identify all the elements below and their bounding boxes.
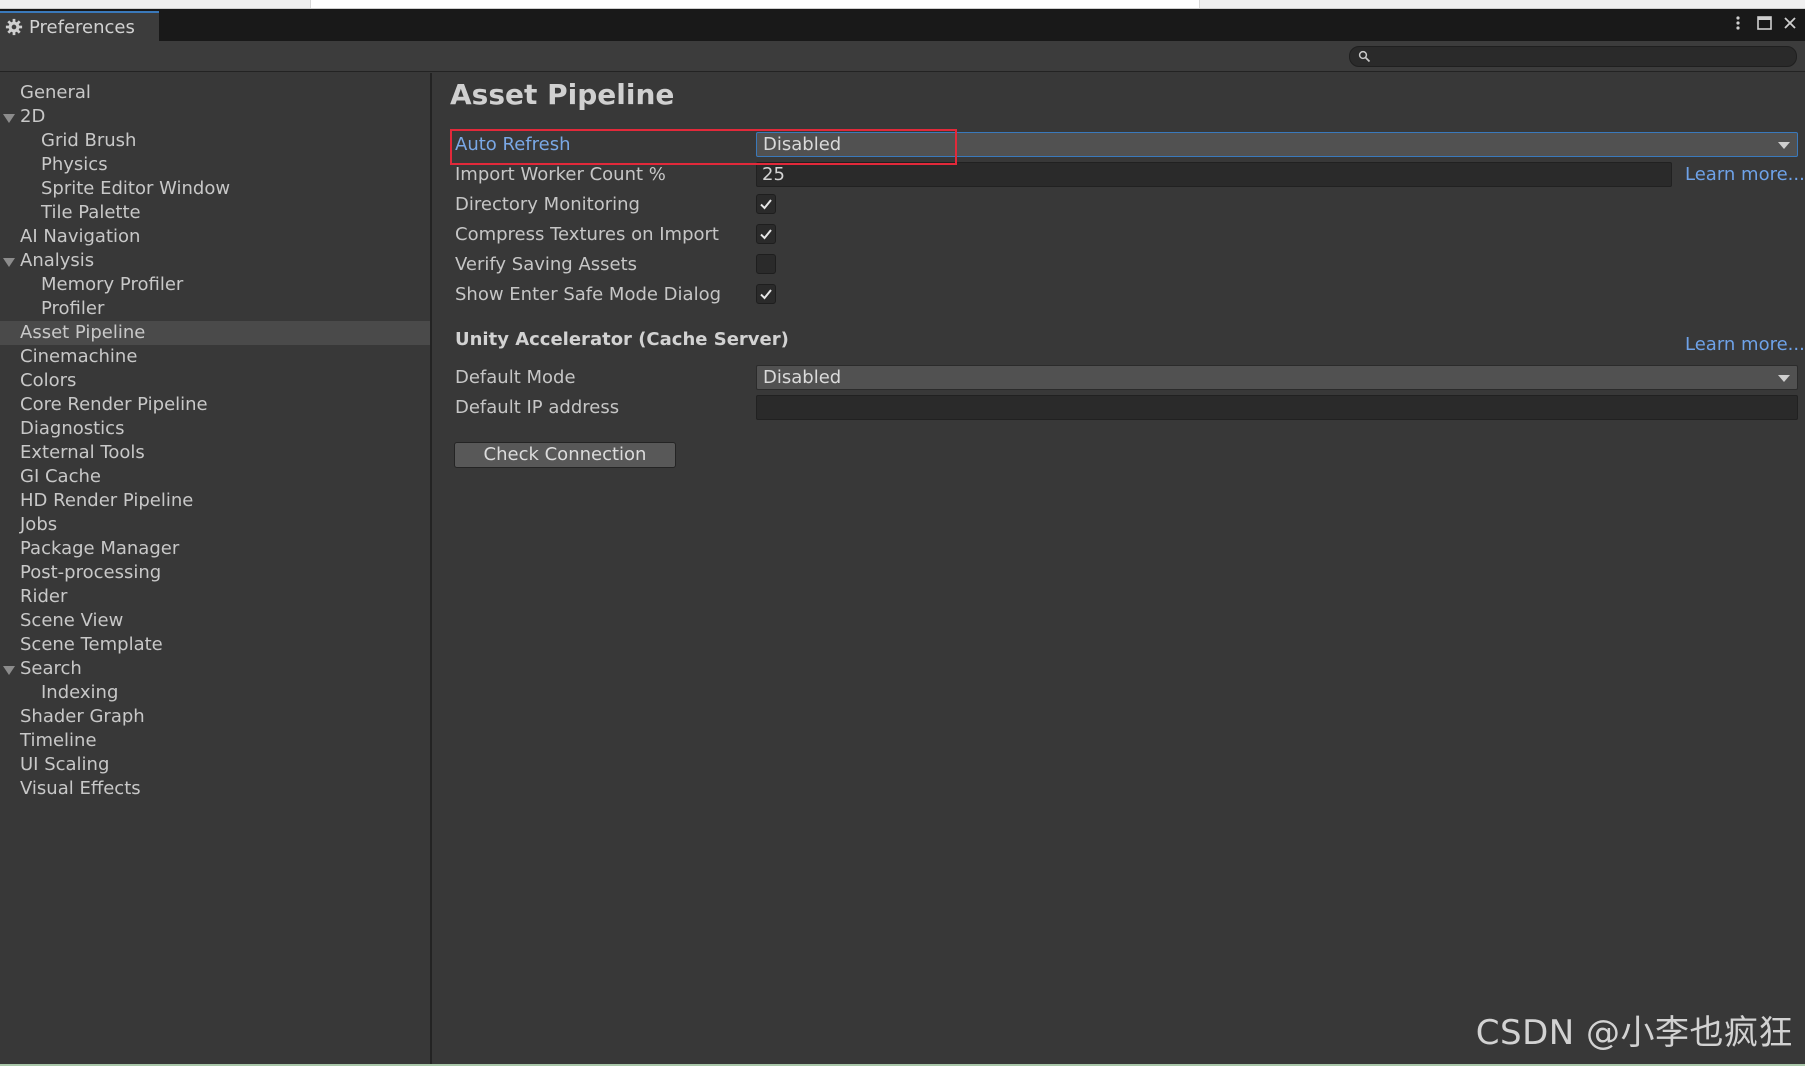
sidebar-item-indexing[interactable]: Indexing [0,681,430,705]
foldout-arrow-icon[interactable] [3,666,15,675]
sidebar-item-general[interactable]: General [0,81,430,105]
sidebar-item-memory-profiler[interactable]: Memory Profiler [0,273,430,297]
default-ip-row: Default IP address [454,394,1800,422]
sidebar-item-colors[interactable]: Colors [0,369,430,393]
chevron-down-icon [1778,142,1790,149]
background-window-segment [310,0,1200,8]
search-icon [1358,50,1371,63]
default-mode-dropdown[interactable]: Disabled [756,365,1798,390]
import-worker-label: Import Worker Count % [455,164,666,185]
sidebar-item-external-tools[interactable]: External Tools [0,441,430,465]
window-controls [1729,14,1799,32]
sidebar-item-gi-cache[interactable]: GI Cache [0,465,430,489]
sidebar-item-core-render-pipeline[interactable]: Core Render Pipeline [0,393,430,417]
import-worker-value: 25 [762,164,785,185]
sidebar-item-shader-graph[interactable]: Shader Graph [0,705,430,729]
checkmark-icon [760,229,772,240]
sidebar-item-post-processing[interactable]: Post-processing [0,561,430,585]
directory-monitoring-label: Directory Monitoring [455,194,640,215]
auto-refresh-value: Disabled [763,134,842,155]
sidebar-item-visual-effects[interactable]: Visual Effects [0,777,430,801]
safe-mode-dialog-row: Show Enter Safe Mode Dialog [454,281,1800,309]
verify-saving-row: Verify Saving Assets [454,251,1800,279]
default-mode-label: Default Mode [455,367,576,388]
foldout-arrow-icon[interactable] [3,114,15,123]
preferences-window: Preferences General 2D Grid Brush Physic… [0,9,1805,1066]
watermark-text: CSDN @小李也疯狂 [1475,1013,1793,1053]
verify-saving-label: Verify Saving Assets [455,254,638,275]
auto-refresh-row: Auto Refresh Disabled [454,131,1800,159]
import-worker-field[interactable]: 25 [756,162,1672,187]
sidebar-item-asset-pipeline[interactable]: Asset Pipeline [0,321,430,345]
sidebar-item-jobs[interactable]: Jobs [0,513,430,537]
tab-preferences[interactable]: Preferences [0,11,159,41]
compress-textures-label: Compress Textures on Import [455,224,719,245]
checkmark-icon [760,289,772,300]
sidebar-item-ai-navigation[interactable]: AI Navigation [0,225,430,249]
import-worker-row: Import Worker Count % 25 Learn more... [454,161,1805,189]
safe-mode-dialog-checkbox[interactable] [756,284,776,304]
compress-textures-checkbox[interactable] [756,224,776,244]
sidebar-item-hd-render-pipeline[interactable]: HD Render Pipeline [0,489,430,513]
foldout-arrow-icon[interactable] [3,258,15,267]
tab-title: Preferences [29,16,135,38]
verify-saving-checkbox[interactable] [756,254,776,274]
import-worker-learn-more-link[interactable]: Learn more... [1685,164,1805,185]
sidebar-item-cinemachine[interactable]: Cinemachine [0,345,430,369]
sidebar-item-tile-palette[interactable]: Tile Palette [0,201,430,225]
maximize-icon[interactable] [1755,14,1773,32]
sidebar-item-grid-brush[interactable]: Grid Brush [0,129,430,153]
background-window-strip [0,0,1805,9]
auto-refresh-dropdown[interactable]: Disabled [756,132,1798,157]
sidebar-item-timeline[interactable]: Timeline [0,729,430,753]
default-ip-label: Default IP address [455,397,620,418]
page-title: Asset Pipeline [450,78,675,111]
check-connection-button[interactable]: Check Connection [454,442,676,468]
compress-textures-row: Compress Textures on Import [454,221,1800,249]
safe-mode-dialog-label: Show Enter Safe Mode Dialog [455,284,722,305]
sidebar-item-2d[interactable]: 2D [0,105,430,129]
sidebar-item-scene-view[interactable]: Scene View [0,609,430,633]
search-input[interactable] [1349,46,1797,67]
directory-monitoring-checkbox[interactable] [756,194,776,214]
directory-monitoring-row: Directory Monitoring [454,191,1800,219]
sidebar-item-rider[interactable]: Rider [0,585,430,609]
accelerator-learn-more-link[interactable]: Learn more... [1685,334,1805,355]
sidebar-item-search[interactable]: Search [0,657,430,681]
close-icon[interactable] [1781,14,1799,32]
sidebar-item-physics[interactable]: Physics [0,153,430,177]
chevron-down-icon [1778,375,1790,382]
checkmark-icon [760,199,772,210]
preferences-sidebar: General 2D Grid Brush Physics Sprite Edi… [0,73,432,1064]
more-options-icon[interactable] [1729,14,1747,32]
default-mode-row: Default Mode Disabled [454,364,1800,392]
title-bar: Preferences [0,9,1805,41]
gear-icon [5,18,23,36]
sidebar-item-ui-scaling[interactable]: UI Scaling [0,753,430,777]
accelerator-heading: Unity Accelerator (Cache Server) [455,329,789,350]
search-toolbar [0,41,1805,72]
sidebar-item-sprite-editor-window[interactable]: Sprite Editor Window [0,177,430,201]
sidebar-item-diagnostics[interactable]: Diagnostics [0,417,430,441]
sidebar-item-package-manager[interactable]: Package Manager [0,537,430,561]
sidebar-item-profiler[interactable]: Profiler [0,297,430,321]
default-ip-field[interactable] [756,395,1798,420]
sidebar-item-scene-template[interactable]: Scene Template [0,633,430,657]
default-mode-value: Disabled [763,367,842,388]
sidebar-item-analysis[interactable]: Analysis [0,249,430,273]
auto-refresh-label: Auto Refresh [455,134,571,155]
preferences-content: Asset Pipeline Auto Refresh Disabled Imp… [434,73,1805,1064]
